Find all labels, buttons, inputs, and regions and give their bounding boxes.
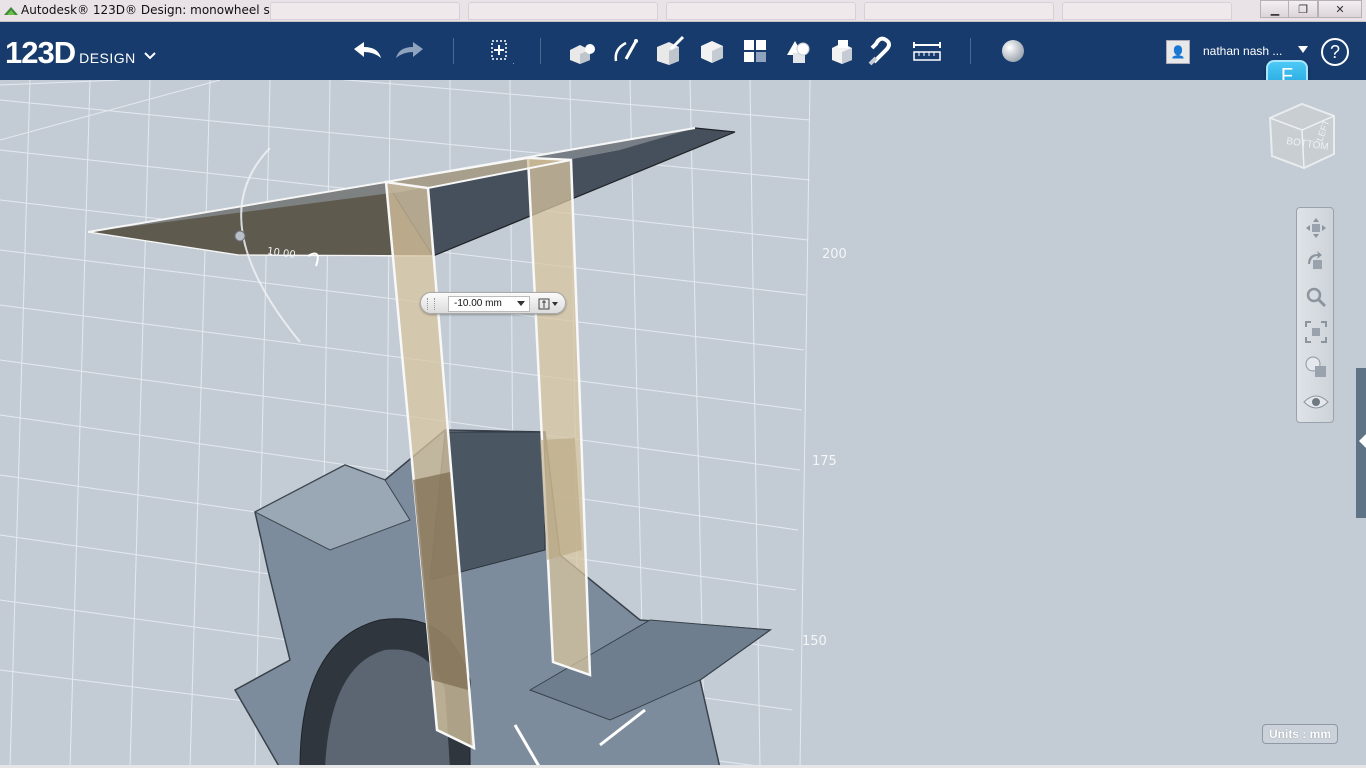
app-menu-button[interactable]: 123D DESIGN <box>5 35 157 71</box>
modify-icon <box>701 41 723 63</box>
undo-button[interactable] <box>350 34 384 68</box>
pan-icon <box>1306 218 1326 238</box>
background-tab[interactable] <box>666 2 856 20</box>
navigation-bar <box>1296 207 1334 423</box>
caret-down-icon[interactable] <box>1298 46 1308 54</box>
measure-icon <box>913 42 941 61</box>
user-name[interactable]: nathan nash ... <box>1203 44 1282 58</box>
snap-button[interactable] <box>866 34 900 68</box>
title-bar: Autodesk® 123D® Design: monowheel sub* ▁… <box>0 0 1366 22</box>
background-tab[interactable] <box>864 2 1054 20</box>
primitives-button[interactable] <box>565 34 599 68</box>
measure-button[interactable] <box>910 34 944 68</box>
wheel-model[interactable] <box>233 429 773 768</box>
background-tab[interactable] <box>468 2 658 20</box>
app-icon <box>4 7 18 15</box>
help-button[interactable]: ? <box>1321 38 1349 66</box>
caret-down-icon[interactable] <box>517 301 525 307</box>
sketch-icon <box>614 39 638 62</box>
group-icon <box>787 41 810 63</box>
units-button[interactable]: Units : mm <box>1262 724 1338 744</box>
drag-handle[interactable] <box>427 298 435 310</box>
redo-button[interactable] <box>393 34 427 68</box>
zoom-button[interactable] <box>1302 283 1330 311</box>
axis-label-200: 200 <box>822 247 847 262</box>
user-icon: 👤 <box>1170 45 1186 59</box>
fit-button[interactable] <box>1302 318 1330 346</box>
material-icon <box>1002 40 1024 62</box>
app-window: Autodesk® 123D® Design: monowheel sub* ▁… <box>0 0 1366 768</box>
group-button[interactable] <box>780 34 814 68</box>
snap-options-icon[interactable] <box>535 296 561 312</box>
transform-icon <box>491 40 514 64</box>
pattern-button[interactable] <box>738 34 772 68</box>
logo-word: DESIGN <box>79 50 136 66</box>
combine-icon <box>832 40 852 64</box>
view-cube[interactable]: BOTTOM LEFT <box>1264 98 1340 174</box>
window-title: Autodesk® 123D® Design: monowheel sub* <box>21 3 291 17</box>
chevron-down-icon <box>144 52 156 60</box>
toolbar-separator <box>970 38 971 64</box>
undo-icon <box>354 42 381 58</box>
pattern-icon <box>744 40 766 62</box>
visual-style-icon <box>1305 356 1326 377</box>
toolbar-separator <box>453 38 454 64</box>
zoom-icon <box>1306 287 1327 308</box>
redo-icon <box>396 42 423 58</box>
visual-style-button[interactable] <box>1302 353 1330 381</box>
dimension-input-widget: -10.00 mm <box>420 292 566 314</box>
maximize-button[interactable]: ❐ <box>1288 0 1318 18</box>
close-button[interactable]: ✕ <box>1318 0 1362 18</box>
visibility-button[interactable] <box>1302 388 1330 416</box>
axis-label-175: 175 <box>812 454 837 469</box>
orbit-icon <box>1308 251 1322 269</box>
axis-label-150: 150 <box>802 634 827 649</box>
minimize-button[interactable]: ▁ <box>1260 0 1290 18</box>
transform-button[interactable] <box>482 34 516 68</box>
logo-number: 123D <box>5 35 76 70</box>
main-toolbar: 123D DESIGN 👤 nathan nash ... ? <box>0 22 1366 80</box>
chevron-left-icon[interactable] <box>1358 434 1366 448</box>
avatar[interactable]: 👤 <box>1166 40 1190 64</box>
orbit-button[interactable] <box>1302 248 1330 276</box>
fit-icon <box>1305 321 1327 343</box>
pan-button[interactable] <box>1302 214 1330 242</box>
construct-button[interactable] <box>652 34 686 68</box>
background-tab[interactable] <box>1062 2 1232 20</box>
modify-button[interactable] <box>695 34 729 68</box>
material-button[interactable] <box>996 34 1030 68</box>
combine-button[interactable] <box>824 34 858 68</box>
3d-viewport[interactable]: 10.00 200 175 150 -10.00 mm BOTTOM LEFT <box>0 80 1366 768</box>
background-tabs <box>270 2 1250 20</box>
primitives-icon <box>570 44 595 64</box>
eye-icon <box>1303 395 1329 409</box>
background-tab[interactable] <box>270 2 460 20</box>
toolbar-separator <box>540 38 541 64</box>
scene-canvas[interactable] <box>0 80 1366 768</box>
snap-icon <box>868 36 891 66</box>
sketch-button[interactable] <box>609 34 643 68</box>
construct-icon <box>657 35 685 65</box>
